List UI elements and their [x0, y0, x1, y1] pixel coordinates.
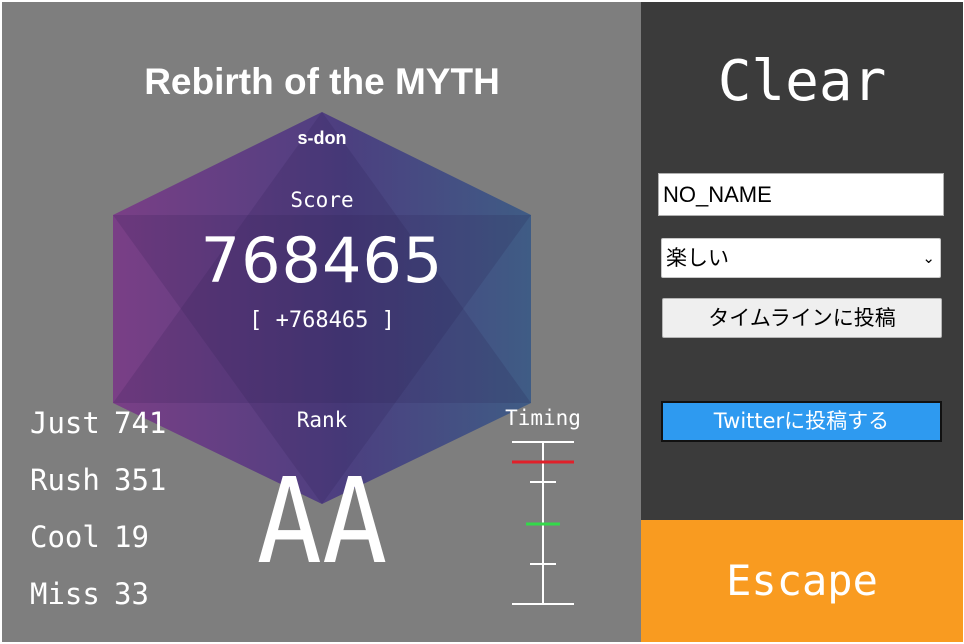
- player-name: s-don: [297, 128, 347, 148]
- judge-count: 19: [114, 520, 149, 554]
- judge-count: 351: [114, 463, 167, 497]
- escape-button[interactable]: Escape: [641, 520, 963, 642]
- judge-count: 741: [114, 406, 167, 440]
- result-screen: Rebirth of the MYTH s-don Score 768465 […: [0, 0, 964, 644]
- score-label: Score: [290, 188, 354, 212]
- judge-row-miss: Miss 33: [30, 574, 149, 614]
- player-name-input[interactable]: [658, 173, 944, 216]
- score-value: 768465: [200, 224, 444, 297]
- post-timeline-button[interactable]: タイムラインに投稿: [662, 298, 942, 338]
- judge-name: Rush: [30, 463, 100, 497]
- judge-row-rush: Rush 351: [30, 460, 166, 500]
- judge-row-cool: Cool 19: [30, 517, 149, 557]
- score-diff: [ +768465 ]: [249, 308, 395, 333]
- timing-gauge: [512, 441, 574, 605]
- judge-name: Miss: [30, 577, 100, 611]
- mood-select-value: 楽しい: [666, 246, 729, 270]
- mood-select[interactable]: 楽しい ⌄: [661, 238, 941, 278]
- post-twitter-button[interactable]: Twitterに投稿する: [661, 401, 942, 442]
- judge-row-just: Just 741: [30, 403, 166, 443]
- judge-name: Just: [30, 406, 100, 440]
- judge-name: Cool: [30, 520, 100, 554]
- clear-title: Clear: [717, 49, 887, 114]
- song-title: Rebirth of the MYTH: [144, 61, 500, 102]
- timing-label: Timing: [505, 406, 581, 430]
- result-panel: Rebirth of the MYTH s-don Score 768465 […: [2, 2, 641, 642]
- post-panel: Clear 楽しい ⌄ タイムラインに投稿 Twitterに投稿する: [641, 2, 963, 520]
- chevron-down-icon: ⌄: [922, 249, 935, 267]
- judge-count: 33: [114, 577, 149, 611]
